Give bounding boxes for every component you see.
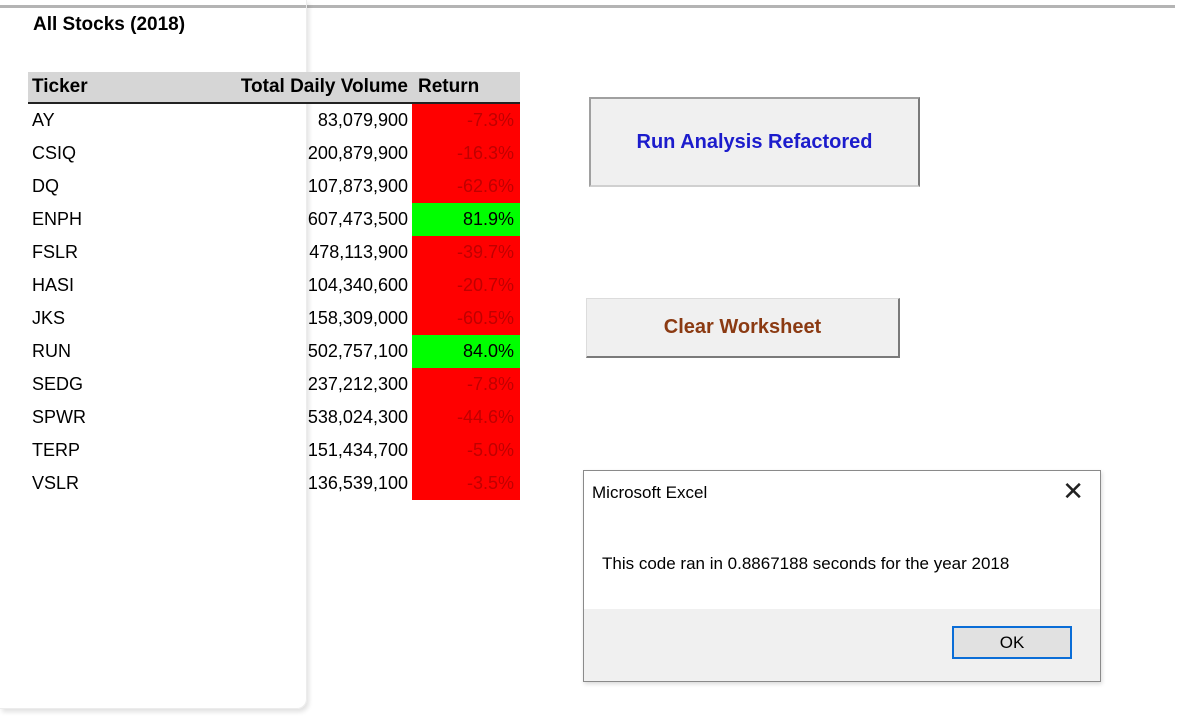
ticker-cell[interactable]: ENPH bbox=[28, 203, 151, 236]
ticker-cell[interactable]: VSLR bbox=[28, 467, 151, 500]
return-cell[interactable]: -3.5% bbox=[412, 467, 520, 500]
return-cell[interactable]: -62.6% bbox=[412, 170, 520, 203]
ok-button[interactable]: OK bbox=[952, 626, 1072, 659]
volume-cell[interactable]: 151,434,700 bbox=[151, 434, 412, 467]
clear-worksheet-button[interactable]: Clear Worksheet bbox=[586, 298, 900, 358]
dialog-message: This code ran in 0.8867188 seconds for t… bbox=[602, 554, 1010, 573]
volume-cell[interactable]: 158,309,000 bbox=[151, 302, 412, 335]
volume-cell[interactable]: 136,539,100 bbox=[151, 467, 412, 500]
table-row: HASI 104,340,600 -20.7% bbox=[28, 269, 520, 302]
return-cell[interactable]: 81.9% bbox=[412, 203, 520, 236]
run-analysis-button[interactable]: Run Analysis Refactored bbox=[589, 97, 920, 187]
return-cell[interactable]: -44.6% bbox=[412, 401, 520, 434]
table-row: RUN 502,757,100 84.0% bbox=[28, 335, 520, 368]
ticker-cell[interactable]: SEDG bbox=[28, 368, 151, 401]
table-row: CSIQ 200,879,900 -16.3% bbox=[28, 137, 520, 170]
return-cell[interactable]: -16.3% bbox=[412, 137, 520, 170]
table-header: Ticker Total Daily Volume Return bbox=[28, 72, 520, 104]
dialog-footer: OK bbox=[584, 609, 1100, 681]
volume-cell[interactable]: 478,113,900 bbox=[151, 236, 412, 269]
ticker-cell[interactable]: CSIQ bbox=[28, 137, 151, 170]
dialog-title: Microsoft Excel bbox=[592, 483, 708, 502]
table-row: TERP 151,434,700 -5.0% bbox=[28, 434, 520, 467]
volume-cell[interactable]: 104,340,600 bbox=[151, 269, 412, 302]
return-cell[interactable]: -5.0% bbox=[412, 434, 520, 467]
return-cell[interactable]: -7.8% bbox=[412, 368, 520, 401]
volume-cell[interactable]: 200,879,900 bbox=[151, 137, 412, 170]
header-ticker[interactable]: Ticker bbox=[28, 76, 151, 98]
table-row: DQ 107,873,900 -62.6% bbox=[28, 170, 520, 203]
table-row: SPWR 538,024,300 -44.6% bbox=[28, 401, 520, 434]
return-cell[interactable]: -60.5% bbox=[412, 302, 520, 335]
ticker-cell[interactable]: HASI bbox=[28, 269, 151, 302]
ticker-cell[interactable]: RUN bbox=[28, 335, 151, 368]
volume-cell[interactable]: 83,079,900 bbox=[151, 104, 412, 137]
ticker-cell[interactable]: SPWR bbox=[28, 401, 151, 434]
stocks-table: Ticker Total Daily Volume Return AY 83,07… bbox=[28, 72, 520, 500]
volume-cell[interactable]: 237,212,300 bbox=[151, 368, 412, 401]
table-row: ENPH 607,473,500 81.9% bbox=[28, 203, 520, 236]
table-row: AY 83,079,900 -7.3% bbox=[28, 104, 520, 137]
ticker-cell[interactable]: FSLR bbox=[28, 236, 151, 269]
table-row: FSLR 478,113,900 -39.7% bbox=[28, 236, 520, 269]
return-cell[interactable]: -7.3% bbox=[412, 104, 520, 137]
table-row: VSLR 136,539,100 -3.5% bbox=[28, 467, 520, 500]
header-volume[interactable]: Total Daily Volume bbox=[151, 76, 412, 98]
volume-cell[interactable]: 607,473,500 bbox=[151, 203, 412, 236]
volume-cell[interactable]: 538,024,300 bbox=[151, 401, 412, 434]
return-cell[interactable]: 84.0% bbox=[412, 335, 520, 368]
ticker-cell[interactable]: JKS bbox=[28, 302, 151, 335]
table-row: JKS 158,309,000 -60.5% bbox=[28, 302, 520, 335]
volume-cell[interactable]: 502,757,100 bbox=[151, 335, 412, 368]
sheet-title: All Stocks (2018) bbox=[33, 14, 186, 35]
message-dialog: Microsoft Excel ✕ This code ran in 0.886… bbox=[583, 470, 1101, 682]
ticker-cell[interactable]: AY bbox=[28, 104, 151, 137]
return-cell[interactable]: -20.7% bbox=[412, 269, 520, 302]
table-row: SEDG 237,212,300 -7.8% bbox=[28, 368, 520, 401]
volume-cell[interactable]: 107,873,900 bbox=[151, 170, 412, 203]
return-cell[interactable]: -39.7% bbox=[412, 236, 520, 269]
ticker-cell[interactable]: TERP bbox=[28, 434, 151, 467]
ticker-cell[interactable]: DQ bbox=[28, 170, 151, 203]
header-return[interactable]: Return bbox=[412, 76, 520, 98]
close-icon[interactable]: ✕ bbox=[1062, 479, 1084, 505]
table-body: AY 83,079,900 -7.3% CSIQ 200,879,900 -16.3% DQ… bbox=[28, 104, 520, 500]
